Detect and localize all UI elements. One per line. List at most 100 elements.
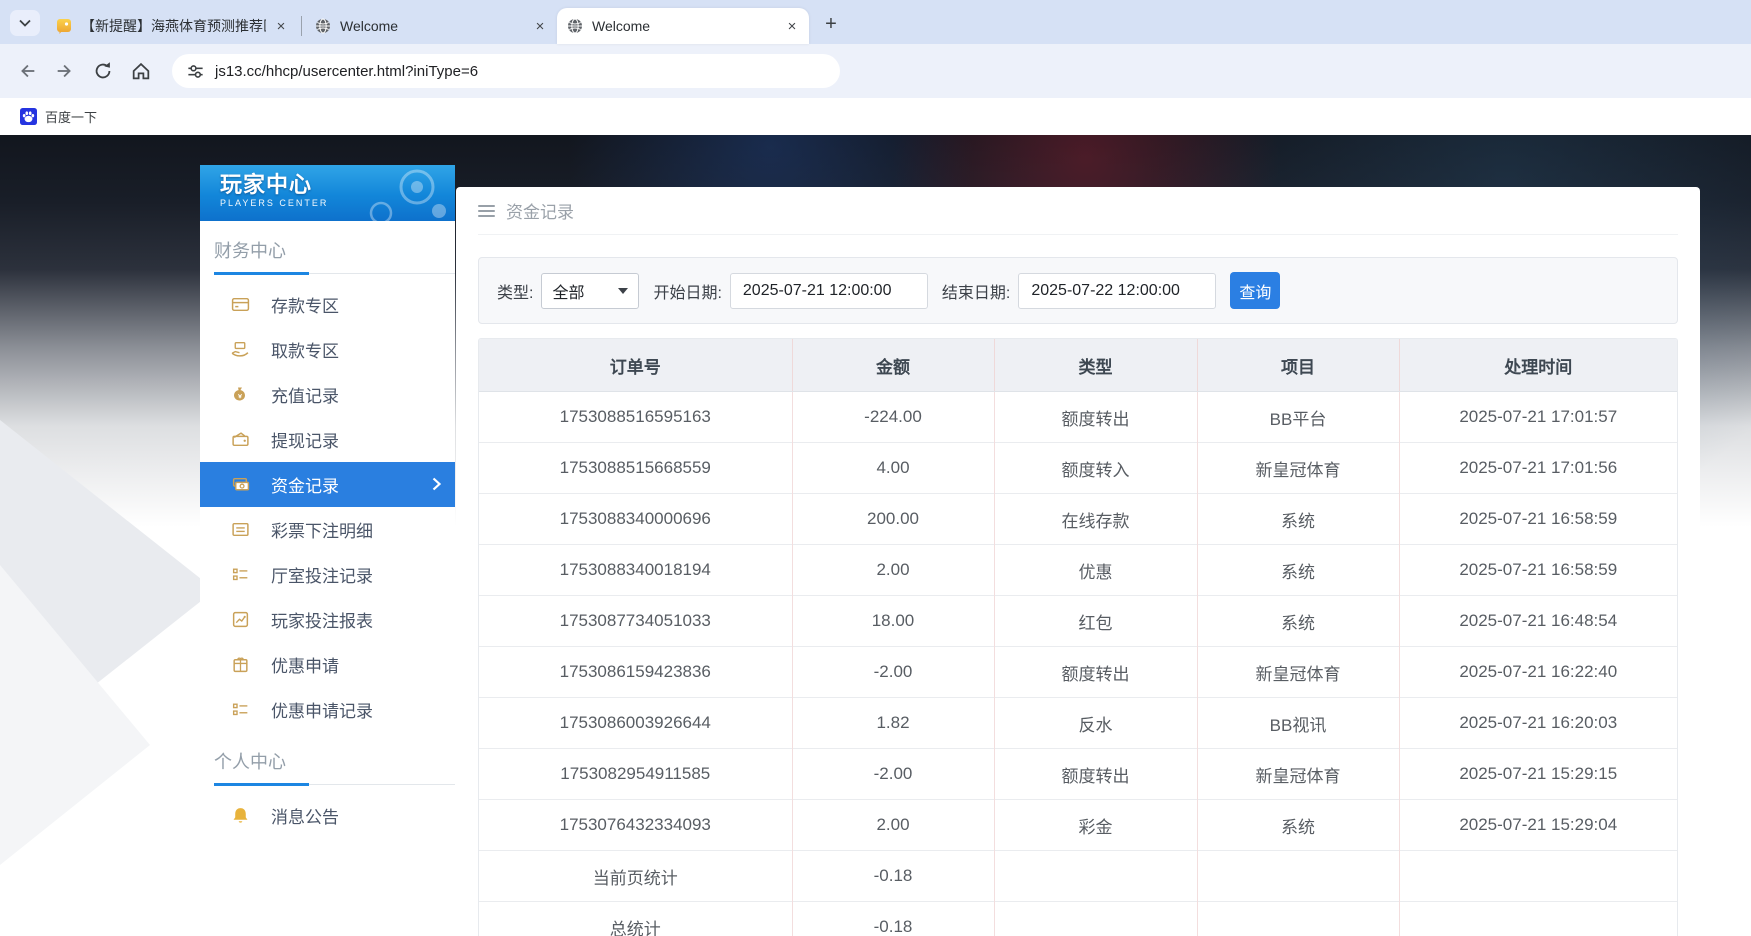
address-bar[interactable]: js13.cc/hhcp/usercenter.html?iniType=6	[172, 54, 840, 88]
table-row: 17530885156685594.00额度转入新皇冠体育2025-07-21 …	[479, 443, 1677, 494]
hamburger-icon[interactable]	[478, 205, 495, 217]
sidebar-item-label: 取款专区	[271, 337, 339, 362]
table-row: 17530883400181942.00优惠系统2025-07-21 16:58…	[479, 545, 1677, 596]
sidebar-item-list[interactable]: 优惠申请记录	[200, 687, 455, 732]
tab-close-icon[interactable]: ×	[531, 17, 549, 35]
filter-bar: 类型: 全部 开始日期: 结束日期: 查询	[478, 257, 1678, 324]
table-cell: 优惠	[994, 545, 1197, 596]
sidebar-item-bell[interactable]: 消息公告	[200, 793, 455, 838]
table-cell: -0.18	[792, 902, 994, 936]
table-cell: 系统	[1197, 596, 1399, 647]
sidebar-menu: 财务中心存款专区取款专区充值记录提现记录资金记录彩票下注明细厅室投注记录玩家投注…	[200, 237, 455, 838]
list-icon	[230, 700, 250, 720]
sidebar-item-deposit-card[interactable]: 存款专区	[200, 282, 455, 327]
table-cell: 1753088515668559	[479, 443, 792, 494]
money-bag-icon	[230, 385, 250, 405]
reload-icon	[92, 60, 114, 82]
sidebar-item-money-bag[interactable]: 充值记录	[200, 372, 455, 417]
bookmark-baidu[interactable]: 百度一下	[14, 103, 103, 130]
chart-icon	[230, 610, 250, 630]
tab-divider	[301, 16, 302, 36]
table-cell: 系统	[1197, 494, 1399, 545]
sidebar-item-list[interactable]: 厅室投注记录	[200, 552, 455, 597]
content-panel: 资金记录 类型: 全部 开始日期: 结束日期: 查询 订单号金额类型项目处理时间…	[456, 187, 1700, 936]
table-cell: BB视讯	[1197, 698, 1399, 749]
table-cell: 1753088340018194	[479, 545, 792, 596]
query-button[interactable]: 查询	[1230, 272, 1280, 309]
browser-tab-1[interactable]: 【新提醒】海燕体育预测推荐区×	[46, 8, 298, 44]
browser-tab-2[interactable]: Welcome×	[305, 8, 557, 44]
site-settings-icon	[186, 62, 205, 81]
sidebar-item-label: 存款专区	[271, 292, 339, 317]
table-cell: -2.00	[792, 647, 994, 698]
table-cell	[994, 902, 1197, 936]
table-row: 1753088516595163-224.00额度转出BB平台2025-07-2…	[479, 392, 1677, 443]
sidebar-item-withdraw-hand[interactable]: 取款专区	[200, 327, 455, 372]
browser-tab-3[interactable]: Welcome×	[557, 8, 809, 44]
table-cell: 系统	[1197, 800, 1399, 851]
home-button[interactable]	[124, 54, 158, 88]
type-select[interactable]: 全部	[541, 273, 639, 309]
table-cell: 新皇冠体育	[1197, 647, 1399, 698]
bookmark-label: 百度一下	[45, 107, 97, 126]
sidebar-item-chart[interactable]: 玩家投注报表	[200, 597, 455, 642]
table-cell: 1753086003926644	[479, 698, 792, 749]
sidebar-item-list-card[interactable]: 彩票下注明细	[200, 507, 455, 552]
sidebar-item-label: 优惠申请	[271, 652, 339, 677]
table-header-row: 订单号金额类型项目处理时间	[479, 339, 1677, 392]
table-cell: 1753086159423836	[479, 647, 792, 698]
sidebar-item-label: 充值记录	[271, 382, 339, 407]
sidebar-section-title: 个人中心	[214, 748, 455, 774]
end-date-input[interactable]	[1018, 273, 1216, 309]
table-cell: 2025-07-21 16:22:40	[1399, 647, 1677, 698]
sidebar-item-banknotes[interactable]: 资金记录	[200, 462, 455, 507]
page-title: 资金记录	[506, 198, 574, 223]
sidebar-item-gift-ticket[interactable]: 优惠申请	[200, 642, 455, 687]
table-cell: 1753087734051033	[479, 596, 792, 647]
table-cell	[1197, 851, 1399, 902]
column-header: 订单号	[479, 339, 792, 392]
table-cell: 1753082954911585	[479, 749, 792, 800]
yellow-site-favicon-icon	[56, 18, 72, 34]
web-page: 玩家中心 PLAYERS CENTER 财务中心存款专区取款专区充值记录提现记录…	[0, 135, 1751, 936]
chevron-right-icon	[432, 476, 441, 496]
url-text: js13.cc/hhcp/usercenter.html?iniType=6	[215, 63, 478, 80]
table-cell: 1753088340000696	[479, 494, 792, 545]
page-header: 资金记录	[478, 187, 1678, 235]
gift-ticket-icon	[230, 655, 250, 675]
summary-row: 当前页统计-0.18	[479, 851, 1677, 902]
table-cell: -224.00	[792, 392, 994, 443]
back-button[interactable]	[10, 54, 44, 88]
tab-close-icon[interactable]: ×	[783, 17, 801, 35]
table-cell: 当前页统计	[479, 851, 792, 902]
table-row: 17530764323340932.00彩金系统2025-07-21 15:29…	[479, 800, 1677, 851]
table-cell: 200.00	[792, 494, 994, 545]
table-cell: 系统	[1197, 545, 1399, 596]
chevron-down-icon	[618, 288, 628, 294]
baidu-paw-icon	[20, 108, 37, 125]
table-cell: 2025-07-21 17:01:56	[1399, 443, 1677, 494]
back-icon	[16, 60, 38, 82]
table-cell: 2025-07-21 16:58:59	[1399, 494, 1677, 545]
start-date-input[interactable]	[730, 273, 928, 309]
table-cell: 彩金	[994, 800, 1197, 851]
tabs-container: 【新提醒】海燕体育预测推荐区×Welcome×Welcome×	[46, 0, 809, 44]
sidebar-item-label: 提现记录	[271, 427, 339, 452]
bookmarks-bar: 百度一下	[0, 98, 1751, 135]
forward-button[interactable]	[48, 54, 82, 88]
table-cell: 2.00	[792, 800, 994, 851]
sidebar: 玩家中心 PLAYERS CENTER 财务中心存款专区取款专区充值记录提现记录…	[200, 165, 455, 936]
tab-search-button[interactable]	[10, 10, 40, 36]
table-row: 175308773405103318.00红包系统2025-07-21 16:4…	[479, 596, 1677, 647]
new-tab-button[interactable]: +	[817, 10, 845, 38]
tab-close-icon[interactable]: ×	[272, 17, 290, 35]
table-cell: 额度转出	[994, 749, 1197, 800]
reload-button[interactable]	[86, 54, 120, 88]
sidebar-item-wallet[interactable]: 提现记录	[200, 417, 455, 462]
section-divider	[214, 784, 455, 785]
sidebar-item-label: 厅室投注记录	[271, 562, 373, 587]
table-cell: 1.82	[792, 698, 994, 749]
table-cell	[994, 851, 1197, 902]
globe-favicon-icon	[315, 18, 331, 34]
table-cell: 2025-07-21 15:29:15	[1399, 749, 1677, 800]
